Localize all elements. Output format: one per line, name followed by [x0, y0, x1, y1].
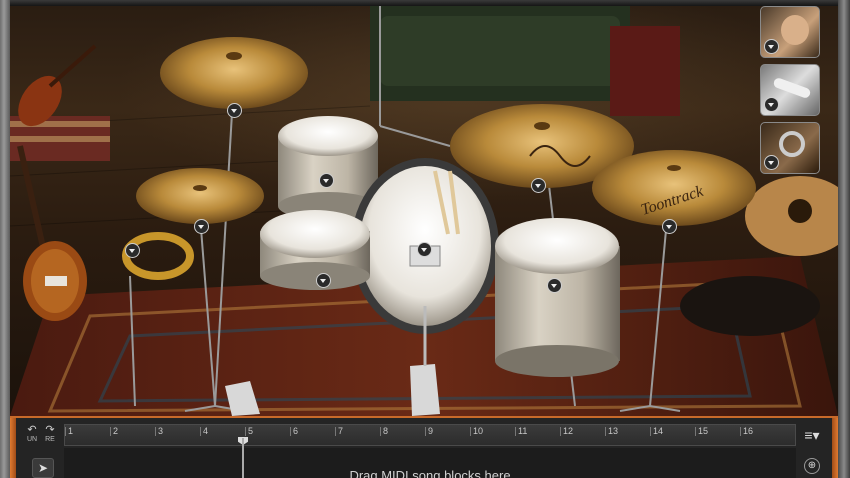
undo-redo-group: ↶ UN ↷ RE [24, 424, 58, 448]
tambourine-hand-icon [779, 131, 805, 157]
bar-number: 5 [248, 426, 254, 436]
bar-number: 4 [203, 426, 209, 436]
track-menu-button[interactable]: ≡▾ [802, 426, 822, 444]
drum-kit-stage: Toontrack [10, 6, 838, 416]
bar-number: 10 [473, 426, 484, 436]
zoom-button[interactable]: ⊕ [804, 458, 820, 474]
kick-menu-button[interactable] [417, 242, 432, 257]
acoustic-guitar [745, 176, 838, 256]
bar-number: 14 [653, 426, 664, 436]
zoom-icon: ⊕ [807, 460, 817, 471]
bar-number: 3 [158, 426, 164, 436]
bar-number: 7 [338, 426, 344, 436]
redo-button[interactable]: ↷ RE [42, 424, 58, 448]
rack-tom-menu-button[interactable] [319, 173, 334, 188]
floor-tom-menu-button[interactable] [547, 278, 562, 293]
snare-menu-button[interactable] [316, 273, 331, 288]
undo-button[interactable]: ↶ UN [24, 424, 40, 448]
bar-number: 6 [293, 426, 299, 436]
hihat[interactable] [136, 168, 264, 224]
shaker-tube-icon [772, 76, 812, 100]
bar-number: 16 [743, 426, 754, 436]
percussion-slot-2-menu-button[interactable] [764, 97, 779, 112]
snare-drum[interactable] [260, 210, 370, 290]
hihat-menu-button[interactable] [194, 219, 209, 234]
playhead-line [242, 438, 244, 478]
ride-menu-button[interactable] [531, 178, 546, 193]
tambourine-menu-button[interactable] [125, 243, 140, 258]
bar-number: 11 [518, 426, 528, 436]
crash-cymbal-right[interactable]: Toontrack [592, 150, 756, 226]
undo-icon: ↶ [27, 424, 37, 436]
redo-label: RE [45, 436, 55, 443]
percussion-slot-1-menu-button[interactable] [764, 39, 779, 54]
bar-number: 1 [68, 426, 74, 436]
drum-sampler-window: Toontrack ↶ UN ↷ RE ➤ 1 2 3 4 5 6 7 8 9 … [0, 0, 850, 478]
menu-icon: ≡▾ [804, 427, 820, 443]
bar-number: 2 [113, 426, 119, 436]
bar-number: 15 [698, 426, 709, 436]
window-right-frame [838, 0, 850, 478]
guitar-case [680, 276, 820, 336]
bar-number: 8 [383, 426, 389, 436]
bar-ruler[interactable]: 1 2 3 4 5 6 7 8 9 10 11 12 13 14 15 16 [64, 424, 796, 446]
drum-kit-scene: Toontrack [10, 6, 838, 416]
percussion-slot-shaker[interactable] [760, 6, 820, 58]
track-right-edge [832, 418, 838, 478]
bar-number: 9 [428, 426, 434, 436]
drop-hint-text: Drag MIDI song blocks here [349, 468, 511, 478]
undo-label: UN [26, 436, 38, 443]
couch [370, 6, 680, 116]
chair-with-violin [10, 44, 110, 161]
track-left-edge [10, 418, 16, 478]
percussion-slot-tube[interactable] [760, 64, 820, 116]
pointer-icon: ➤ [37, 461, 49, 475]
bar-number: 13 [608, 426, 619, 436]
select-tool-button[interactable]: ➤ [32, 458, 54, 478]
percussion-slot-tambourine[interactable] [760, 122, 820, 174]
song-track-panel: ↶ UN ↷ RE ➤ 1 2 3 4 5 6 7 8 9 10 11 12 1… [10, 416, 838, 478]
crash-right-menu-button[interactable] [662, 219, 677, 234]
window-left-frame [0, 0, 10, 478]
shaker-hand-icon [781, 15, 809, 45]
midi-drop-lane[interactable]: Drag MIDI song blocks here [64, 448, 796, 478]
crash-cymbal-left[interactable] [160, 37, 308, 109]
percussion-slot-3-menu-button[interactable] [764, 155, 779, 170]
crash-left-menu-button[interactable] [227, 103, 242, 118]
redo-icon: ↷ [45, 424, 55, 436]
bar-number: 12 [563, 426, 574, 436]
floor-tom[interactable] [495, 218, 620, 377]
